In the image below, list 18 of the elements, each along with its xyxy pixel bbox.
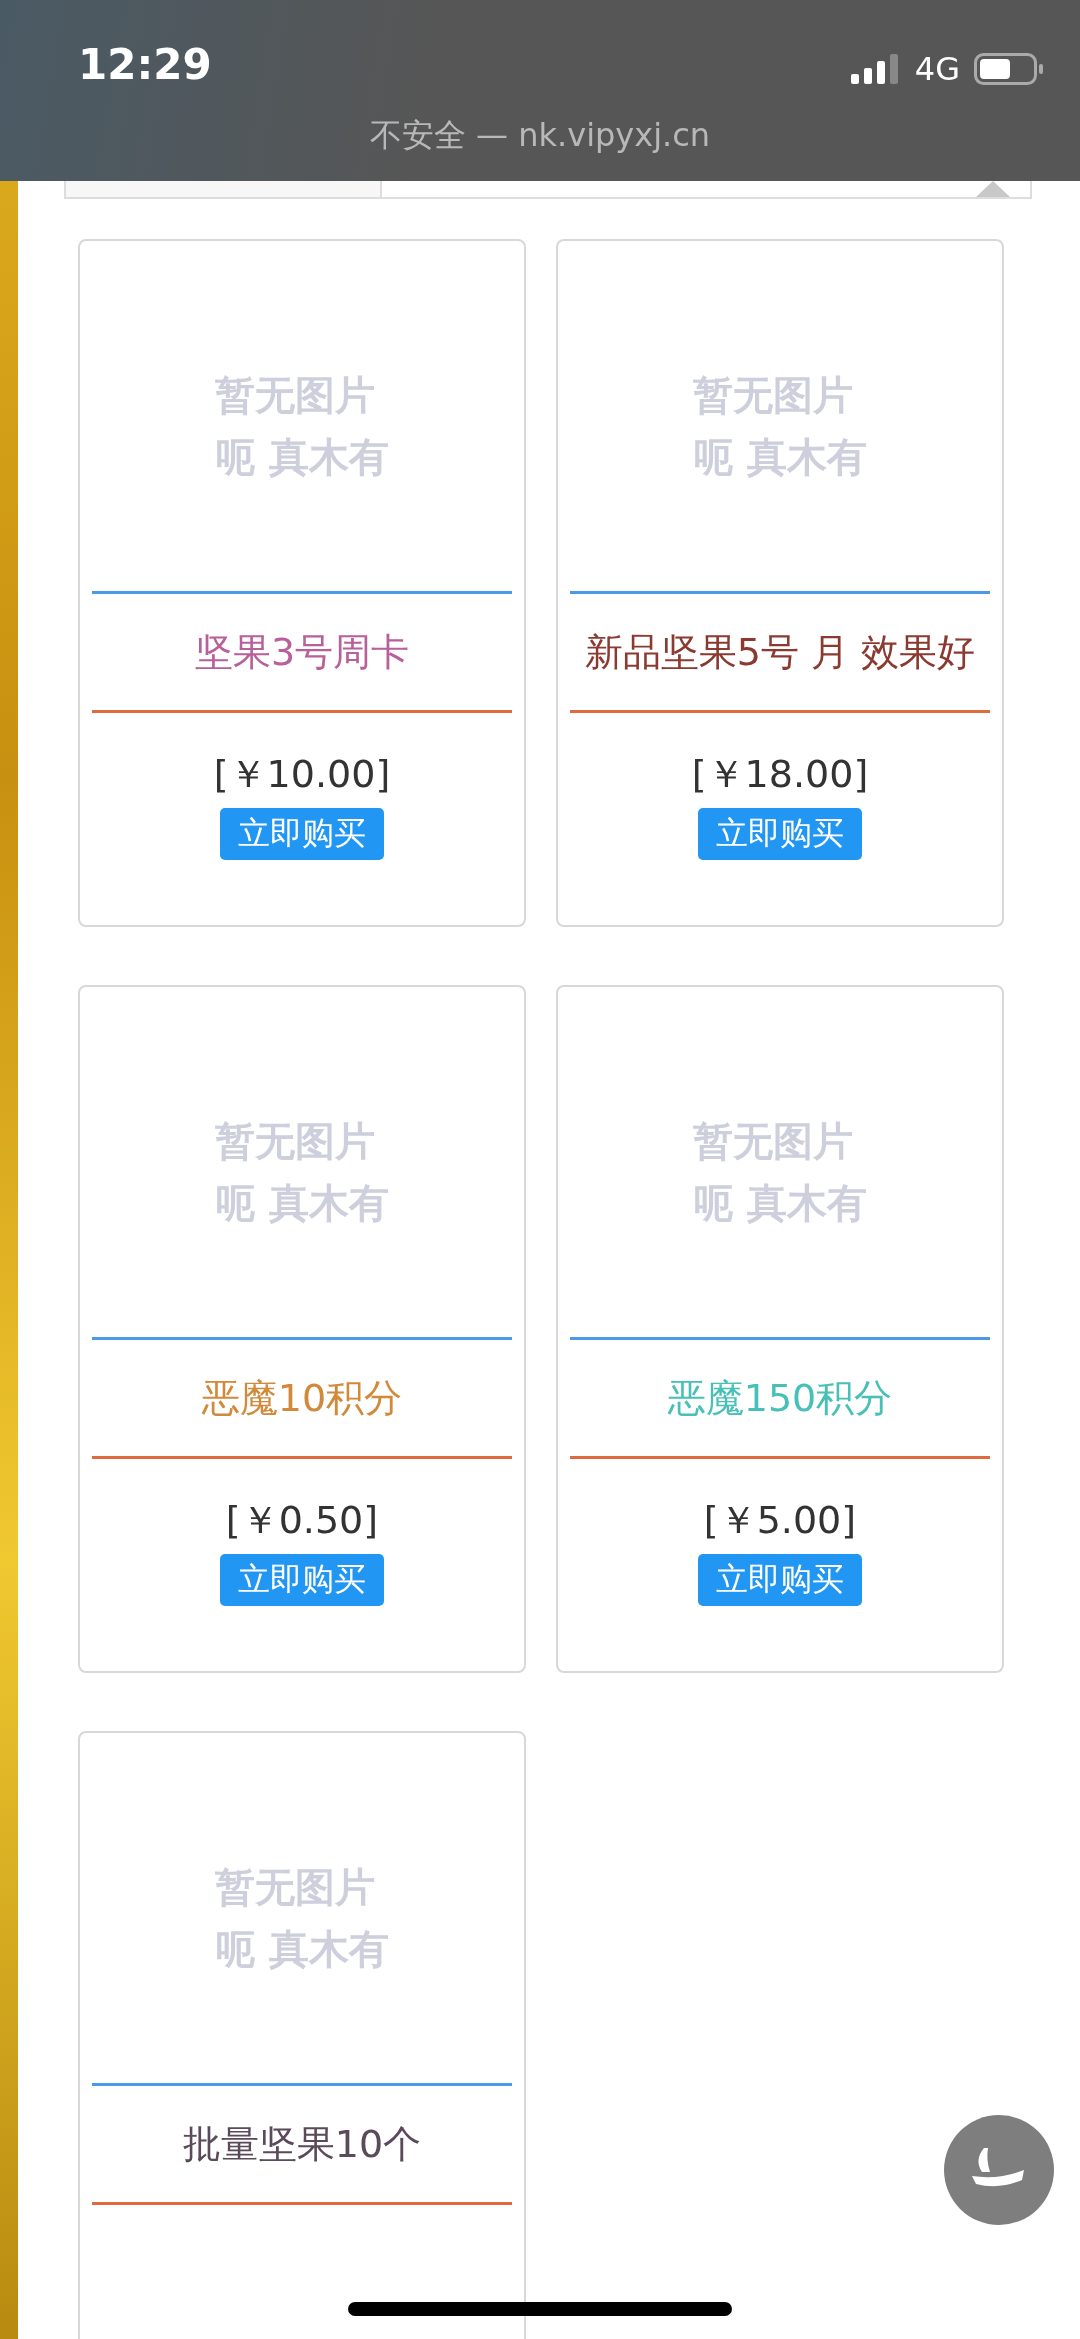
buy-button[interactable]: 立即购买 <box>698 1554 862 1606</box>
buy-button[interactable]: 立即购买 <box>220 808 384 860</box>
signal-icon <box>850 54 901 84</box>
network-label: 4G <box>914 50 960 88</box>
product-price: [￥5.00] <box>703 1497 857 1544</box>
battery-icon <box>974 53 1044 85</box>
product-price: [￥0.50] <box>225 1497 379 1544</box>
product-title: 恶魔150积分 <box>667 1374 893 1422</box>
buy-button[interactable]: 立即购买 <box>220 1554 384 1606</box>
product-title: 新品坚果5号 月 效果好 <box>584 628 976 676</box>
product-title: 恶魔10积分 <box>201 1374 403 1422</box>
buy-button[interactable]: 立即购买 <box>698 808 862 860</box>
clock: 12:29 <box>78 40 212 89</box>
address-bar[interactable]: 不安全 — nk.vipyxj.cn <box>369 114 711 158</box>
product-price: [￥18.00] <box>691 751 869 798</box>
product-title: 坚果3号周卡 <box>194 628 410 676</box>
product-price: [￥10.00] <box>213 751 391 798</box>
product-title: 批量坚果10个 <box>182 2120 422 2168</box>
